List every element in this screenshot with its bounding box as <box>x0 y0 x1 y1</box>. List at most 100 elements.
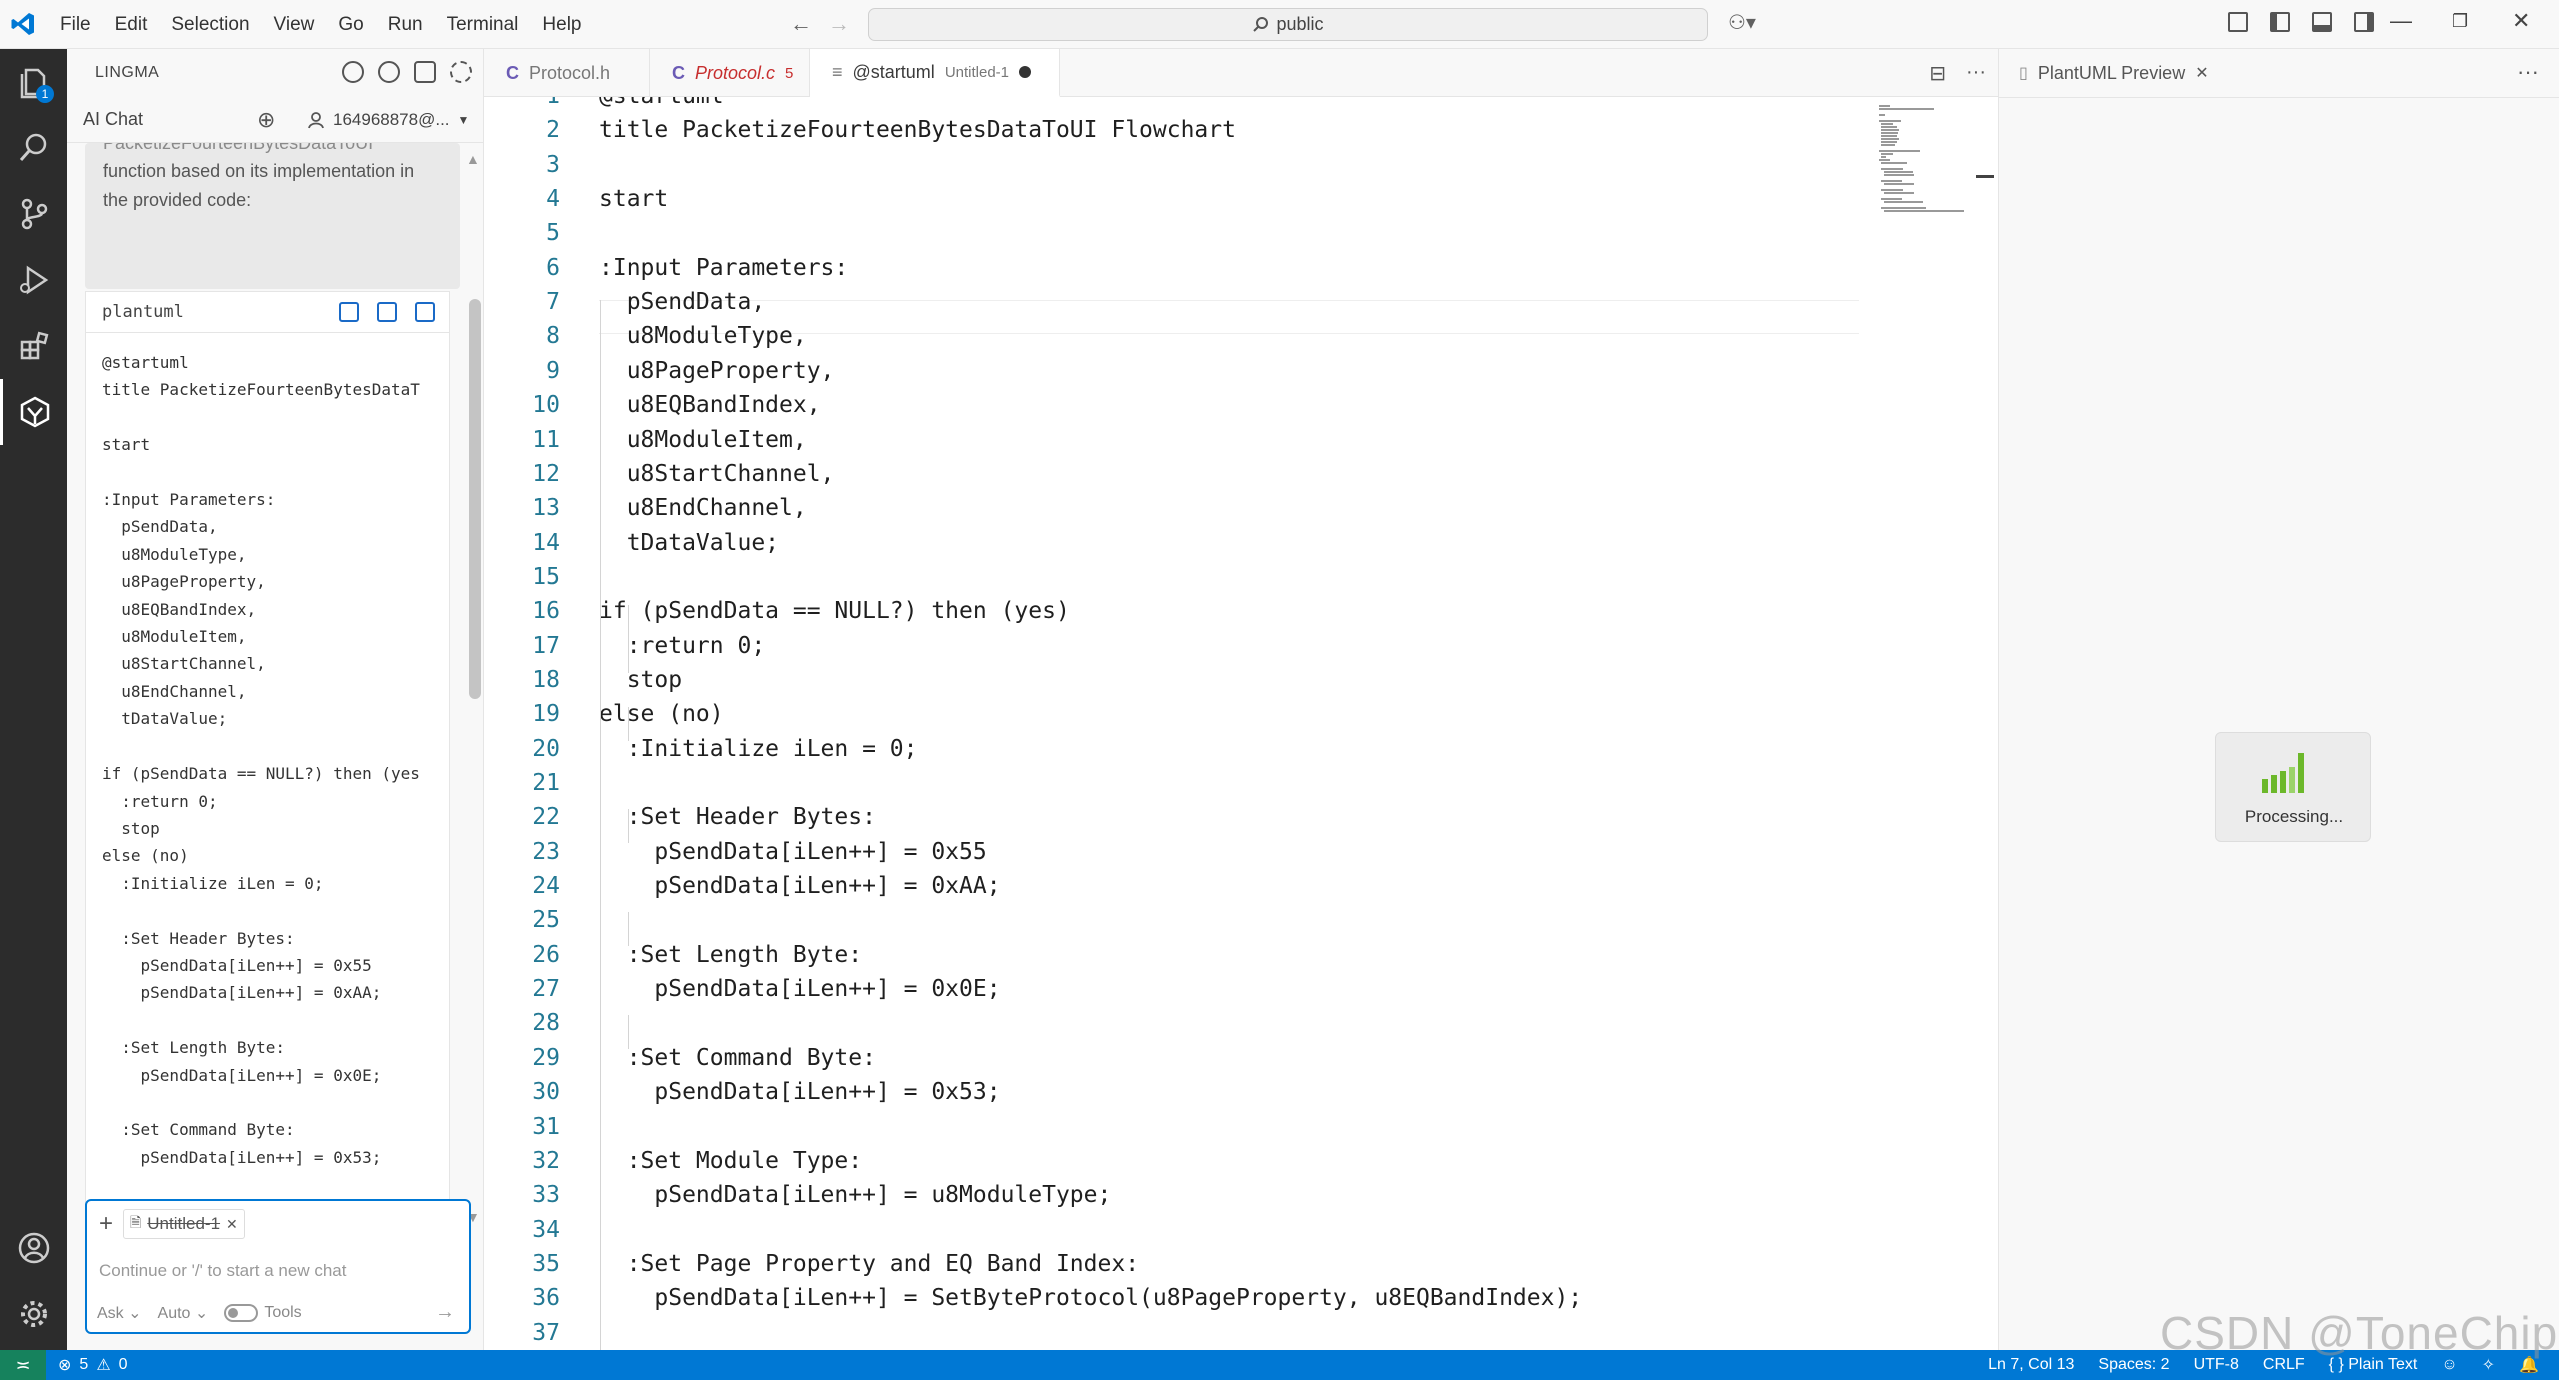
user-account[interactable]: 164968878@... ▼ <box>307 110 469 130</box>
code-line[interactable]: u8StartChannel, <box>599 461 835 487</box>
vscode-logo-icon[interactable] <box>10 11 36 37</box>
send-arrow-icon[interactable]: → <box>435 1301 455 1324</box>
minimize-icon[interactable]: — <box>2390 8 2412 34</box>
code-line[interactable]: if (pSendData == NULL?) then (yes) <box>599 598 1070 624</box>
problems-indicator[interactable]: ⊗ 5 ⚠ 0 <box>58 1355 128 1375</box>
forward-arrow-icon[interactable]: → <box>828 11 850 37</box>
chat-history[interactable]: PacketizeFourteenBytesDataToUI function … <box>85 143 460 1233</box>
restore-icon[interactable]: ❐ <box>2452 11 2468 32</box>
code-line[interactable]: pSendData[iLen++] = 0x55 <box>599 839 986 865</box>
code-line[interactable]: u8EndChannel, <box>599 495 807 521</box>
run-debug-button[interactable] <box>0 247 67 313</box>
menu-run[interactable]: Run <box>376 14 435 36</box>
code-line[interactable]: pSendData[iLen++] = u8ModuleType; <box>599 1182 1111 1208</box>
tab-protocol-h[interactable]: C Protocol.h <box>484 49 650 97</box>
close-window-icon[interactable]: ✕ <box>2512 8 2530 34</box>
insert-code-icon[interactable] <box>339 302 359 322</box>
code-line[interactable]: tDataValue; <box>599 530 779 556</box>
code-line[interactable]: u8ModuleItem, <box>599 427 807 453</box>
minimap-line <box>1881 168 1903 170</box>
search-icon <box>19 133 46 161</box>
code-line[interactable]: u8PageProperty, <box>599 358 835 384</box>
context-file-name: Untitled-1 <box>147 1214 221 1233</box>
menu-view[interactable]: View <box>262 14 327 36</box>
extensions-button[interactable] <box>0 313 67 379</box>
help-icon[interactable] <box>378 61 400 83</box>
code-line[interactable]: u8ModuleType, <box>599 323 807 349</box>
accounts-button[interactable] <box>0 1215 67 1281</box>
toggle-secondary-sidebar-icon[interactable] <box>2354 12 2374 32</box>
more-actions-icon[interactable]: ··· <box>1966 61 1986 86</box>
settings-gear-icon[interactable] <box>450 61 472 83</box>
remote-indicator-icon[interactable]: ≍ <box>0 1350 46 1380</box>
chat-input-placeholder[interactable]: Continue or '/' to start a new chat <box>99 1261 346 1281</box>
code-line[interactable]: :Set Length Byte: <box>599 942 862 968</box>
code-line[interactable]: :Input Parameters: <box>599 255 848 281</box>
copy-icon[interactable] <box>377 302 397 322</box>
code-line[interactable]: stop <box>599 667 682 693</box>
code-line[interactable]: :Set Module Type: <box>599 1148 862 1174</box>
code-line[interactable]: :Set Header Bytes: <box>599 804 876 830</box>
code-line[interactable]: start <box>599 186 668 212</box>
code-line[interactable]: pSendData[iLen++] = 0x0E; <box>599 976 1000 1002</box>
tools-toggle[interactable]: Tools <box>224 1304 302 1322</box>
source-control-button[interactable] <box>0 181 67 247</box>
indentation[interactable]: Spaces: 2 <box>2098 1356 2169 1374</box>
context-file-chip[interactable]: 🗎 Untitled-1 ✕ <box>123 1209 245 1239</box>
manage-button[interactable] <box>0 1281 67 1347</box>
command-center-search[interactable]: public <box>868 8 1708 41</box>
code-editor[interactable]: 1234567891011121314151617181920212223242… <box>484 97 1998 1350</box>
search-view-button[interactable] <box>0 115 67 181</box>
tab-ai-chat[interactable]: AI Chat <box>83 109 143 130</box>
scroll-up-icon[interactable]: ▲ <box>466 151 480 167</box>
minimap[interactable] <box>1879 97 1979 217</box>
chat-scrollbar-thumb[interactable] <box>469 299 481 699</box>
cursor-position[interactable]: Ln 7, Col 13 <box>1988 1356 2074 1374</box>
toggle-primary-sidebar-icon[interactable] <box>2270 12 2290 32</box>
mode-select[interactable]: Ask ⌄ <box>97 1303 142 1323</box>
menu-selection[interactable]: Selection <box>159 14 261 36</box>
tools-label: Tools <box>264 1304 302 1321</box>
copilot-icon[interactable]: ⚇▾ <box>1728 10 1756 35</box>
processing-indicator: Processing... <box>2215 732 2371 842</box>
customize-layout-icon[interactable] <box>2228 12 2248 32</box>
model-select[interactable]: Auto ⌄ <box>158 1303 209 1323</box>
menu-go[interactable]: Go <box>326 14 375 36</box>
lingma-button[interactable] <box>0 379 67 445</box>
menu-file[interactable]: File <box>48 14 103 36</box>
new-chat-plus-icon[interactable]: ⊕ <box>257 107 275 133</box>
chat-icon[interactable] <box>414 61 436 83</box>
close-tab-icon[interactable]: ✕ <box>2195 63 2208 83</box>
menu-edit[interactable]: Edit <box>103 14 160 36</box>
explorer-button[interactable]: 1 <box>0 49 67 115</box>
chat-input-box[interactable]: + 🗎 Untitled-1 ✕ Continue or '/' to star… <box>85 1199 471 1334</box>
remove-context-close-icon[interactable]: ✕ <box>226 1216 238 1233</box>
new-file-icon[interactable] <box>415 302 435 322</box>
back-arrow-icon[interactable]: ← <box>790 11 812 37</box>
history-icon[interactable] <box>342 61 364 83</box>
menu-help[interactable]: Help <box>530 14 593 36</box>
split-editor-icon[interactable]: ⊟ <box>1929 61 1946 86</box>
tab-untitled-1[interactable]: ≡ @startuml Untitled-1 <box>810 49 1060 97</box>
code-line[interactable]: :Set Page Property and EQ Band Index: <box>599 1251 1139 1277</box>
tab-plantuml-preview[interactable]: ▯ PlantUML Preview ✕ <box>1999 49 2229 97</box>
code-line[interactable]: u8EQBandIndex, <box>599 392 821 418</box>
code-line[interactable]: :return 0; <box>599 633 765 659</box>
lingma-tabs: AI Chat ⊕ 164968878@... ▼ <box>67 97 484 143</box>
code-line[interactable]: @startuml <box>599 97 724 109</box>
code-line[interactable]: :Initialize iLen = 0; <box>599 736 918 762</box>
code-line[interactable]: pSendData, <box>599 289 765 315</box>
more-actions-icon[interactable]: ··· <box>2517 59 2539 85</box>
menu-terminal[interactable]: Terminal <box>435 14 531 36</box>
tab-protocol-c[interactable]: C Protocol.c 5 <box>650 49 810 97</box>
code-line[interactable]: pSendData[iLen++] = 0x53; <box>599 1079 1000 1105</box>
code-line[interactable]: :Set Command Byte: <box>599 1045 876 1071</box>
add-context-plus-icon[interactable]: + <box>99 1210 113 1238</box>
unsaved-dot-icon[interactable] <box>1019 66 1032 78</box>
code-line[interactable]: else (no) <box>599 701 724 727</box>
chevron-down-icon: ▼ <box>457 113 470 127</box>
code-line[interactable]: pSendData[iLen++] = SetByteProtocol(u8Pa… <box>599 1285 1582 1311</box>
code-line[interactable]: title PacketizeFourteenBytesDataToUI Flo… <box>599 117 1236 143</box>
code-line[interactable]: pSendData[iLen++] = 0xAA; <box>599 873 1000 899</box>
toggle-panel-icon[interactable] <box>2312 12 2332 32</box>
